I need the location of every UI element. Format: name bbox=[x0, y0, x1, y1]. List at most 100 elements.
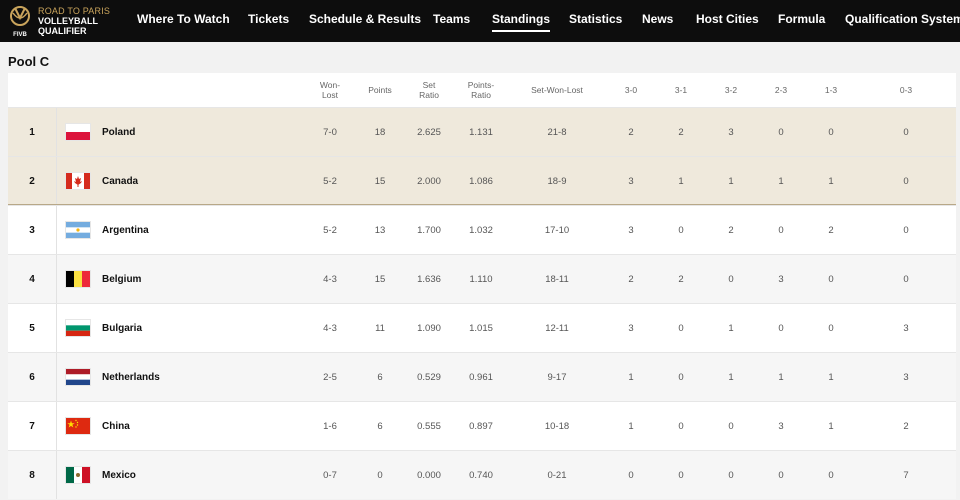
logo-line-2: VOLLEYBALL bbox=[38, 16, 98, 26]
cell-won-lost: 5-2 bbox=[323, 224, 337, 236]
cell-points-ratio: 1.131 bbox=[469, 126, 493, 138]
cell-won-lost: 0-7 bbox=[323, 469, 337, 481]
cell-3-1: 0 bbox=[678, 469, 684, 481]
cell-team[interactable]: Bulgaria bbox=[66, 304, 302, 352]
cell-team[interactable]: Poland bbox=[66, 108, 302, 156]
cell-won-lost: 1-6 bbox=[323, 420, 337, 432]
nav-standings[interactable]: Standings bbox=[492, 0, 551, 42]
cell-team[interactable]: Belgium bbox=[66, 255, 302, 303]
site-logo[interactable]: FIVB ROAD TO PARIS VOLLEYBALL QUALIFIER bbox=[0, 0, 130, 42]
table-row[interactable]: 4 Belgium 4-3 15 1.636 1.110 18-11 2 2 0 3 0 0 bbox=[8, 254, 956, 303]
flag-bulgaria-icon bbox=[66, 320, 90, 336]
rank-divider bbox=[56, 206, 57, 254]
table-row[interactable]: 1 Poland 7-0 18 2.625 1.131 21-8 2 2 3 0 0 0 bbox=[8, 107, 956, 156]
cell-3-0: 3 bbox=[628, 224, 634, 236]
cell-3-2: 0 bbox=[728, 469, 734, 481]
standings-table: Won- Lost Points Set Ratio Points- Ratio… bbox=[8, 73, 956, 499]
nav-statistics[interactable]: Statistics bbox=[569, 0, 622, 42]
cell-set-ratio: 1.636 bbox=[417, 273, 441, 285]
cell-1-3: 0 bbox=[828, 469, 834, 481]
cell-rank: 8 bbox=[29, 469, 35, 481]
header-points: Points bbox=[368, 85, 392, 95]
rank-divider bbox=[56, 157, 57, 204]
cell-set-won-lost: 18-11 bbox=[545, 273, 569, 285]
cell-3-0: 1 bbox=[628, 371, 634, 383]
nav-qualification-system[interactable]: Qualification System bbox=[845, 0, 960, 42]
cell-0-3: 0 bbox=[903, 126, 909, 138]
nav-host-cities[interactable]: Host Cities bbox=[696, 0, 759, 42]
cell-rank: 6 bbox=[29, 371, 35, 383]
table-row[interactable]: 3 Argentina 5-2 13 1.700 1.032 17-10 3 0 2 0 2 0 bbox=[8, 205, 956, 254]
cell-3-0: 3 bbox=[628, 322, 634, 334]
cell-3-0: 2 bbox=[628, 273, 634, 285]
team-name[interactable]: Belgium bbox=[102, 274, 141, 285]
cell-set-won-lost: 12-11 bbox=[545, 322, 569, 334]
cell-1-3: 1 bbox=[828, 371, 834, 383]
flag-poland-icon bbox=[66, 124, 90, 140]
cell-3-0: 1 bbox=[628, 420, 634, 432]
cell-won-lost: 7-0 bbox=[323, 126, 337, 138]
cell-0-3: 2 bbox=[903, 420, 909, 432]
team-name[interactable]: Netherlands bbox=[102, 372, 160, 383]
header-points-ratio: Points- Ratio bbox=[467, 80, 495, 100]
table-row[interactable]: 2 Canada 5-2 15 2.000 1.086 18-9 3 1 1 1 1 0 bbox=[8, 156, 956, 205]
cell-3-1: 0 bbox=[678, 322, 684, 334]
cell-team[interactable]: China bbox=[66, 402, 302, 450]
table-row[interactable]: 7 China 1-6 6 0.555 0.897 10-18 1 0 0 3 1 2 bbox=[8, 401, 956, 450]
table-row[interactable]: 8 Mexico 0-7 0 0.000 0.740 0-21 0 0 0 0 0 7 bbox=[8, 450, 956, 499]
cell-rank: 3 bbox=[29, 224, 35, 236]
cell-set-won-lost: 9-17 bbox=[547, 371, 567, 383]
rank-divider bbox=[56, 451, 57, 499]
team-name[interactable]: Mexico bbox=[102, 470, 136, 481]
nav-news[interactable]: News bbox=[642, 0, 673, 42]
cell-0-3: 3 bbox=[903, 322, 909, 334]
cell-rank: 5 bbox=[29, 322, 35, 334]
cell-won-lost: 4-3 bbox=[323, 273, 337, 285]
rank-divider bbox=[56, 353, 57, 401]
cell-3-1: 0 bbox=[678, 224, 684, 236]
team-name[interactable]: Poland bbox=[102, 127, 135, 138]
cell-team[interactable]: Netherlands bbox=[66, 353, 302, 401]
table-row[interactable]: 6 Netherlands 2-5 6 0.529 0.961 9-17 1 0 1 1 1 3 bbox=[8, 352, 956, 401]
cell-points-ratio: 0.740 bbox=[469, 469, 493, 481]
cell-3-2: 2 bbox=[728, 224, 734, 236]
cell-3-2: 1 bbox=[728, 371, 734, 383]
header-set-ratio: Set Ratio bbox=[419, 80, 439, 100]
cell-0-3: 7 bbox=[903, 469, 909, 481]
cell-3-0: 2 bbox=[628, 126, 634, 138]
cell-set-won-lost: 18-9 bbox=[547, 175, 567, 187]
fivb-logo-icon: FIVB bbox=[8, 3, 32, 39]
cell-team[interactable]: Mexico bbox=[66, 451, 302, 499]
nav-teams[interactable]: Teams bbox=[433, 0, 470, 42]
header-1-3: 1-3 bbox=[824, 85, 838, 95]
nav-where-to-watch[interactable]: Where To Watch bbox=[137, 0, 230, 42]
fivb-logo-text: FIVB bbox=[13, 32, 27, 38]
team-name[interactable]: Canada bbox=[102, 176, 138, 187]
nav-schedule-results[interactable]: Schedule & Results bbox=[309, 0, 421, 42]
cell-3-2: 0 bbox=[728, 420, 734, 432]
cell-points-ratio: 0.897 bbox=[469, 420, 493, 432]
cell-set-ratio: 0.000 bbox=[417, 469, 441, 481]
cell-rank: 4 bbox=[29, 273, 35, 285]
team-name[interactable]: China bbox=[102, 421, 130, 432]
cell-3-0: 0 bbox=[628, 469, 634, 481]
nav-formula[interactable]: Formula bbox=[778, 0, 825, 42]
cell-set-ratio: 2.625 bbox=[417, 126, 441, 138]
flag-netherlands-icon bbox=[66, 369, 90, 385]
flag-argentina-icon bbox=[66, 222, 90, 238]
team-name[interactable]: Argentina bbox=[102, 225, 149, 236]
cell-3-1: 2 bbox=[678, 126, 684, 138]
cell-1-3: 2 bbox=[828, 224, 834, 236]
cell-1-3: 0 bbox=[828, 273, 834, 285]
cell-points: 15 bbox=[374, 175, 386, 187]
cell-set-won-lost: 21-8 bbox=[547, 126, 567, 138]
cell-rank: 2 bbox=[29, 175, 35, 187]
cell-team[interactable]: Argentina bbox=[66, 206, 302, 254]
cell-3-0: 3 bbox=[628, 175, 634, 187]
cell-team[interactable]: Canada bbox=[66, 157, 302, 205]
nav-tickets[interactable]: Tickets bbox=[248, 0, 289, 42]
cell-3-1: 0 bbox=[678, 420, 684, 432]
cell-3-1: 1 bbox=[678, 175, 684, 187]
table-row[interactable]: 5 Bulgaria 4-3 11 1.090 1.015 12-11 3 0 1 0 0 3 bbox=[8, 303, 956, 352]
team-name[interactable]: Bulgaria bbox=[102, 323, 142, 334]
